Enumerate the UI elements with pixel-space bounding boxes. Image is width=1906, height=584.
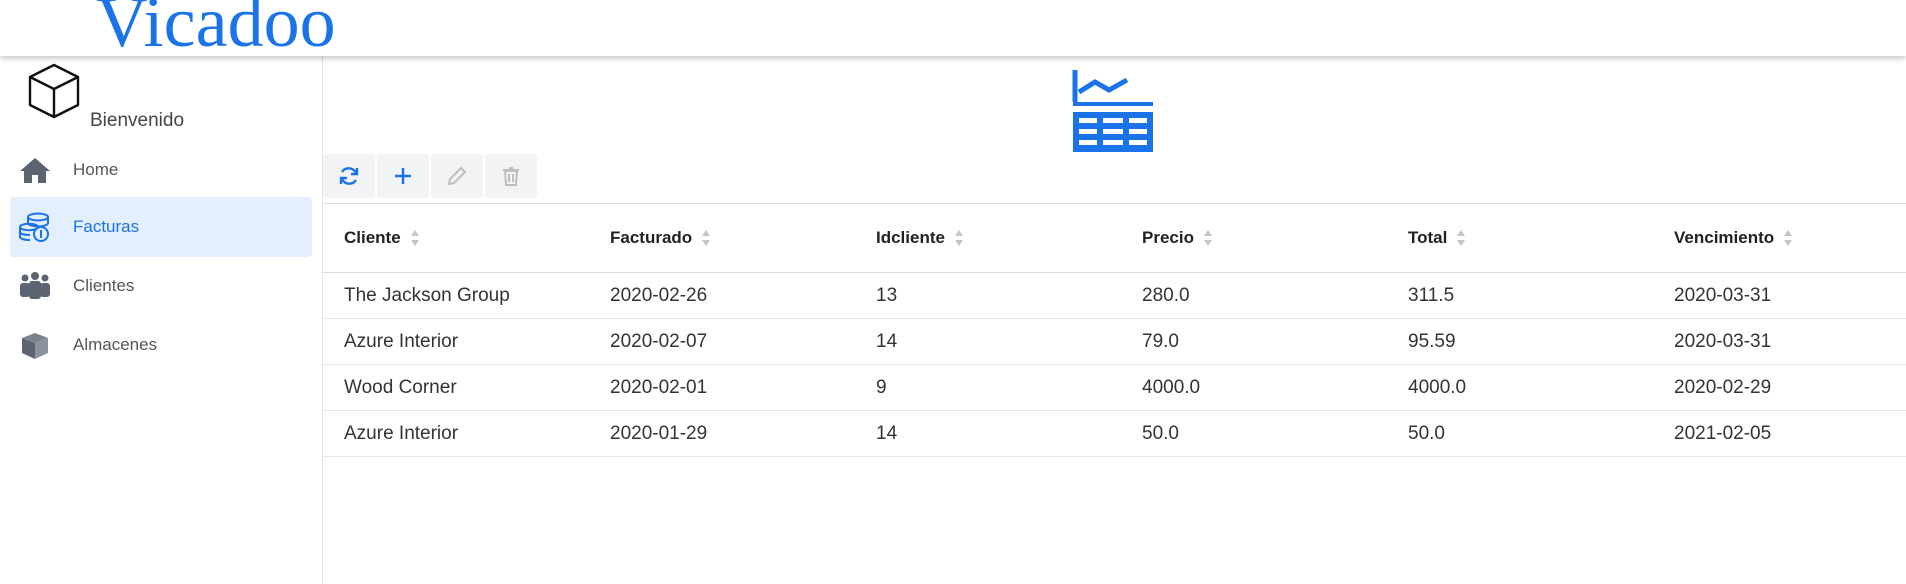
sort-icon xyxy=(1203,230,1212,246)
add-button[interactable] xyxy=(377,154,429,198)
cell-cliente: Wood Corner xyxy=(344,376,457,398)
chart-table-icon xyxy=(1072,70,1153,152)
sidebar: Bienvenido Home Facturas Clientes Almace… xyxy=(0,56,323,584)
cell-total: 311.5 xyxy=(1408,284,1455,306)
cell-idcliente: 9 xyxy=(876,376,887,398)
users-icon xyxy=(20,272,50,299)
pencil-icon xyxy=(447,166,467,186)
delete-button[interactable] xyxy=(485,154,537,198)
cell-cliente: The Jackson Group xyxy=(344,284,510,306)
invoice-grid: Cliente Facturado Idcliente Precio Total… xyxy=(323,204,1906,457)
sidebar-item-facturas[interactable]: Facturas xyxy=(10,197,312,257)
cell-total: 50.0 xyxy=(1408,422,1445,444)
cell-facturado: 2020-02-07 xyxy=(610,330,708,352)
cell-precio: 50.0 xyxy=(1142,422,1179,444)
refresh-button[interactable] xyxy=(323,154,375,198)
table-row[interactable]: Azure Interior 2020-02-07 14 79.0 95.59 … xyxy=(323,319,1906,365)
header-row: Cliente Facturado Idcliente Precio Total… xyxy=(323,204,1906,273)
sidebar-item-home[interactable]: Home xyxy=(10,140,312,200)
sidebar-item-clientes[interactable]: Clientes xyxy=(10,256,312,316)
sort-icon xyxy=(410,230,419,246)
cell-facturado: 2020-02-01 xyxy=(610,376,708,398)
sidebar-item-almacenes[interactable]: Almacenes xyxy=(10,315,312,375)
cell-facturado: 2020-02-26 xyxy=(610,284,708,306)
refresh-icon xyxy=(339,167,359,185)
cell-idcliente: 14 xyxy=(876,422,898,444)
cell-total: 95.59 xyxy=(1408,330,1456,352)
sort-icon xyxy=(1784,230,1793,246)
table-row[interactable]: Wood Corner 2020-02-01 9 4000.0 4000.0 2… xyxy=(323,365,1906,411)
sort-icon xyxy=(702,230,711,246)
home-icon xyxy=(20,158,50,183)
sidebar-item-label: Clientes xyxy=(73,276,135,295)
cell-idcliente: 13 xyxy=(876,284,898,306)
sidebar-item-label: Facturas xyxy=(73,217,140,236)
column-header-facturado[interactable]: Facturado xyxy=(610,204,711,272)
cell-vencimiento: 2021-02-05 xyxy=(1674,422,1772,444)
sidebar-item-label: Almacenes xyxy=(73,335,158,354)
cell-facturado: 2020-01-29 xyxy=(610,422,708,444)
brand-logo-text[interactable]: Vicadoo xyxy=(96,0,336,56)
main-content: Cliente Facturado Idcliente Precio Total… xyxy=(323,56,1906,584)
column-header-vencimiento[interactable]: Vencimiento xyxy=(1674,204,1793,272)
welcome-text: Bienvenido xyxy=(90,110,185,131)
cell-precio: 280.0 xyxy=(1142,284,1190,306)
column-header-idcliente[interactable]: Idcliente xyxy=(876,204,964,272)
grid-toolbar xyxy=(323,154,537,198)
cell-vencimiento: 2020-03-31 xyxy=(1674,330,1772,352)
cell-precio: 4000.0 xyxy=(1142,376,1201,398)
coins-icon xyxy=(19,212,49,242)
cell-total: 4000.0 xyxy=(1408,376,1467,398)
column-header-total[interactable]: Total xyxy=(1408,204,1466,272)
cube-icon xyxy=(28,63,80,119)
sidebar-item-label: Home xyxy=(73,160,119,179)
cell-cliente: Azure Interior xyxy=(344,330,459,352)
plus-icon xyxy=(395,168,411,184)
sort-icon xyxy=(1457,230,1466,246)
cell-vencimiento: 2020-03-31 xyxy=(1674,284,1772,306)
edit-button[interactable] xyxy=(431,154,483,198)
cell-cliente: Azure Interior xyxy=(344,422,459,444)
cell-precio: 79.0 xyxy=(1142,330,1179,352)
cell-idcliente: 14 xyxy=(876,330,898,352)
sort-icon xyxy=(954,230,963,246)
table-row[interactable]: Azure Interior 2020-01-29 14 50.0 50.0 2… xyxy=(323,411,1906,457)
column-header-cliente[interactable]: Cliente xyxy=(344,204,420,272)
cell-vencimiento: 2020-02-29 xyxy=(1674,376,1772,398)
box-icon xyxy=(22,333,48,359)
column-header-precio[interactable]: Precio xyxy=(1142,204,1213,272)
top-header: Vicadoo xyxy=(0,0,1906,56)
trash-icon xyxy=(503,167,519,186)
table-row[interactable]: The Jackson Group 2020-02-26 13 280.0 31… xyxy=(323,273,1906,319)
